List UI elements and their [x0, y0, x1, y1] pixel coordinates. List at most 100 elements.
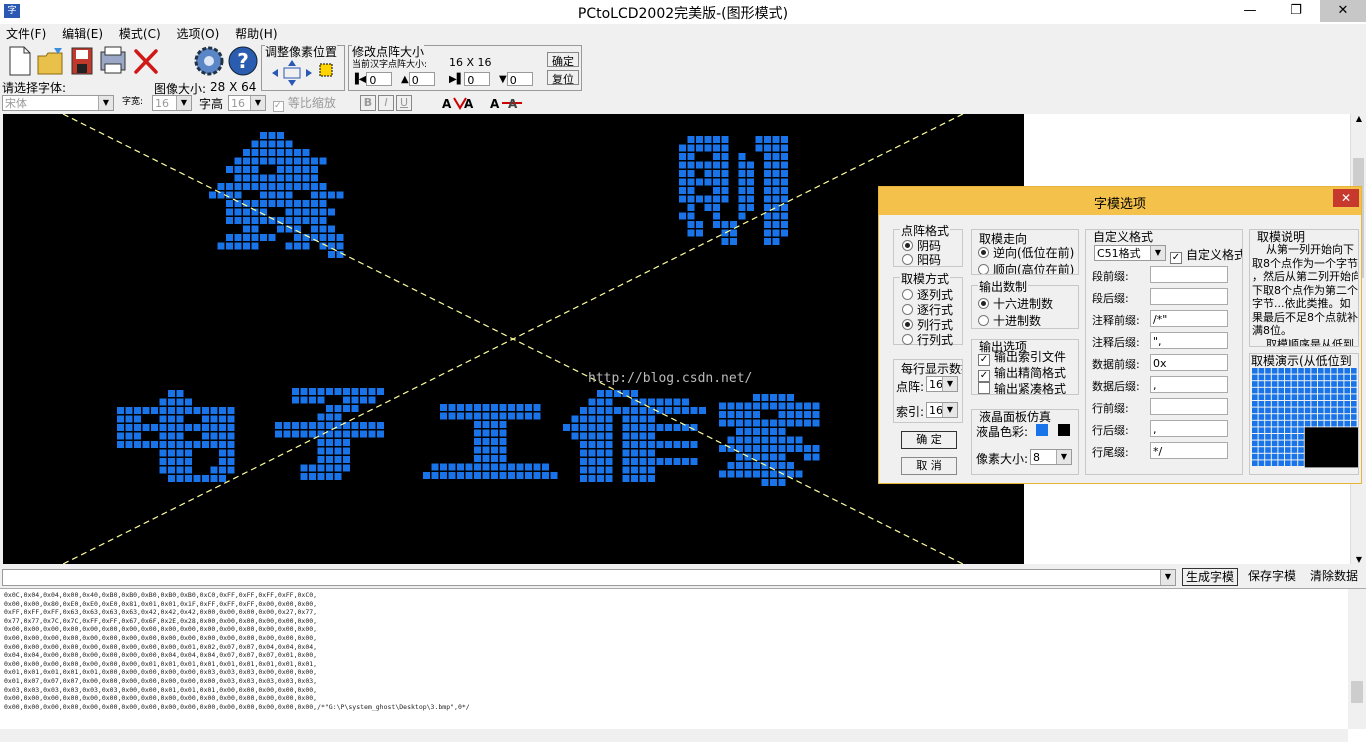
- lcd-fg-color-swatch[interactable]: [1036, 424, 1048, 436]
- output-textarea[interactable]: 0x0C,0x04,0x04,0x00,0x40,0xB0,0xB0,0xB0,…: [0, 588, 1366, 742]
- options-gear-icon[interactable]: [192, 44, 226, 78]
- delete-x-icon[interactable]: [132, 46, 160, 76]
- close-button[interactable]: ✕: [1320, 0, 1366, 22]
- output-vscrollbar[interactable]: [1348, 589, 1366, 729]
- output-hscrollbar[interactable]: [0, 729, 1348, 742]
- custom-row-field[interactable]: [1150, 266, 1228, 283]
- spin-left-value[interactable]: 0: [366, 71, 393, 87]
- bold-button[interactable]: B: [360, 95, 376, 111]
- per-line-dot-select[interactable]: 16 ▼: [926, 376, 958, 392]
- lit-pixel: [639, 424, 647, 431]
- underline-button[interactable]: U: [396, 95, 412, 111]
- mirror-horizontal-icon[interactable]: AA: [440, 94, 476, 112]
- custom-row-field[interactable]: [1150, 398, 1228, 415]
- per-line-index-select[interactable]: 16 ▼: [926, 402, 958, 418]
- radio-reverse[interactable]: 逆向(低位在前): [978, 244, 1074, 261]
- save-disk-icon[interactable]: [68, 44, 96, 78]
- settings-printer-icon[interactable]: [98, 44, 130, 78]
- radio-forward[interactable]: 顺向(高位在前): [978, 261, 1074, 274]
- lcd-bg-color-swatch[interactable]: [1058, 424, 1070, 436]
- demo-pixel: [1324, 394, 1331, 400]
- move-arrows-icon[interactable]: [268, 58, 316, 88]
- lit-pixel: [243, 166, 250, 173]
- menu-options[interactable]: 选项(O): [170, 24, 225, 43]
- output-scroll-thumb[interactable]: [1351, 681, 1363, 703]
- generate-button[interactable]: 生成字模: [1182, 568, 1238, 586]
- demo-pixel: [1298, 447, 1304, 453]
- mirror-vertical-icon[interactable]: AA: [488, 94, 524, 112]
- radio-positive[interactable]: 阳码: [902, 251, 941, 268]
- dialog-cancel-button[interactable]: 取 消: [901, 457, 957, 475]
- radio-row-column[interactable]: 行列式: [902, 331, 953, 348]
- format-select[interactable]: C51格式 ▼: [1094, 245, 1166, 261]
- lit-pixel: [268, 132, 276, 139]
- lit-pixel: [772, 229, 780, 237]
- chevron-down-icon: ▼: [942, 377, 957, 391]
- lit-pixel: [753, 462, 760, 469]
- scroll-down-icon[interactable]: ▼: [1351, 555, 1366, 564]
- help-question-icon[interactable]: ?: [226, 44, 260, 78]
- lit-pixel: [764, 229, 771, 237]
- italic-button[interactable]: I: [378, 95, 394, 111]
- scroll-up-icon[interactable]: ▲: [1351, 114, 1366, 123]
- lit-pixel: [747, 170, 754, 177]
- lit-pixel: [474, 455, 481, 462]
- lit-pixel: [687, 136, 695, 143]
- menu-help[interactable]: 帮助(H): [229, 24, 283, 43]
- custom-row-field[interactable]: ,: [1150, 420, 1228, 437]
- spin-bottom-value[interactable]: 0: [506, 71, 533, 87]
- current-size-value: 16 X 16: [449, 56, 492, 69]
- demo-pixel: [1252, 368, 1258, 374]
- lit-pixel: [781, 178, 788, 186]
- menu-edit[interactable]: 编辑(E): [56, 24, 109, 43]
- radio-decimal[interactable]: 十进制数: [978, 312, 1041, 329]
- custom-row-field[interactable]: [1150, 288, 1228, 305]
- width-select[interactable]: 16 ▼: [152, 95, 192, 111]
- lit-pixel: [227, 407, 235, 414]
- spin-top-value[interactable]: 0: [408, 71, 435, 87]
- radio-hex[interactable]: 十六进制数: [978, 295, 1053, 312]
- custom-row-field[interactable]: */: [1150, 442, 1228, 459]
- custom-row-field[interactable]: ",: [1150, 332, 1228, 349]
- lit-pixel: [753, 470, 760, 478]
- font-select[interactable]: 宋体 ▼: [2, 95, 114, 111]
- minimize-button[interactable]: —: [1230, 0, 1270, 22]
- clear-data-button[interactable]: 清除数据: [1306, 568, 1362, 586]
- pixel-canvas-svg[interactable]: [3, 113, 1024, 565]
- menu-file[interactable]: 文件(F): [0, 24, 52, 43]
- pixel-canvas[interactable]: http://blog.csdn.net/: [3, 113, 1024, 565]
- scale-checkbox[interactable]: ✓ 等比缩放: [273, 94, 336, 112]
- resize-confirm-button[interactable]: 确定: [547, 52, 579, 68]
- spin-right-value[interactable]: 0: [464, 71, 491, 87]
- check-custom-format[interactable]: ✓ 自定义格式: [1170, 246, 1242, 264]
- lit-pixel: [679, 212, 686, 220]
- spin-right[interactable]: ▶▌ 0: [449, 71, 491, 87]
- spin-top[interactable]: ▲ 0: [401, 71, 435, 87]
- maximize-button[interactable]: ❐: [1276, 0, 1316, 22]
- center-square-icon[interactable]: [318, 62, 334, 78]
- lit-pixel: [260, 174, 267, 182]
- lit-pixel: [302, 166, 310, 173]
- custom-row-field[interactable]: ,: [1150, 376, 1228, 393]
- resize-restore-button[interactable]: 复位: [547, 70, 579, 86]
- dialog-close-button[interactable]: ✕: [1333, 189, 1359, 207]
- height-select[interactable]: 16 ▼: [228, 95, 266, 111]
- lit-pixel: [234, 234, 242, 241]
- dialog-ok-button[interactable]: 确 定: [901, 431, 957, 449]
- lit-pixel: [580, 432, 587, 440]
- check-compact-format[interactable]: 输出紧凑格式: [978, 380, 1066, 394]
- lit-pixel: [275, 422, 282, 429]
- custom-row-field[interactable]: 0x: [1150, 354, 1228, 371]
- new-file-icon[interactable]: [4, 44, 34, 78]
- spin-bottom[interactable]: ▼ 0: [499, 71, 533, 87]
- open-folder-icon[interactable]: [36, 44, 66, 78]
- lit-pixel: [251, 217, 259, 224]
- lit-pixel: [687, 221, 695, 228]
- lcd-pixel-select[interactable]: 8 ▼: [1030, 449, 1072, 465]
- menu-mode[interactable]: 模式(C): [113, 24, 167, 43]
- output-select[interactable]: ▼: [2, 569, 1176, 586]
- custom-row-field[interactable]: /*": [1150, 310, 1228, 327]
- spin-left[interactable]: ▐◀ 0: [351, 71, 393, 87]
- save-font-button[interactable]: 保存字模: [1244, 568, 1300, 586]
- lit-pixel: [302, 149, 310, 156]
